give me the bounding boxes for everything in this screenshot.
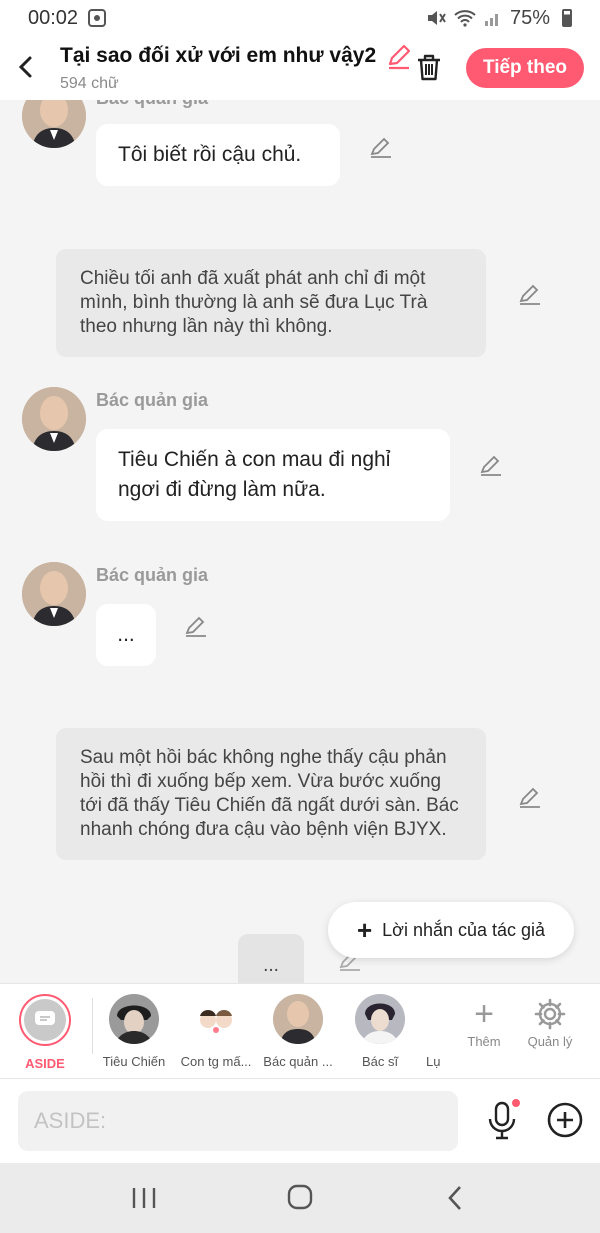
speaker-name: Bác quản gia bbox=[96, 390, 209, 410]
character-item[interactable]: Tiêu Chiến bbox=[94, 994, 174, 1069]
character-avatar bbox=[355, 994, 405, 1044]
battery-icon bbox=[562, 9, 572, 27]
system-back-icon[interactable] bbox=[436, 1181, 476, 1215]
editor-header: Tại sao đối xử với em như vậy2 594 chữ T… bbox=[0, 36, 600, 100]
recents-icon[interactable] bbox=[124, 1181, 164, 1215]
input-row bbox=[0, 1079, 600, 1163]
avatar-butler[interactable] bbox=[22, 562, 86, 626]
character-name: Bác quản ... bbox=[263, 1054, 333, 1069]
character-name: Bác sĩ bbox=[361, 1054, 399, 1069]
next-button[interactable]: Tiếp theo bbox=[466, 48, 584, 88]
character-avatar bbox=[109, 994, 159, 1044]
avatar-butler[interactable] bbox=[22, 387, 86, 451]
speech-bubble-icon bbox=[35, 1011, 55, 1025]
typing-block[interactable]: ... bbox=[238, 934, 304, 983]
edit-title-icon[interactable] bbox=[386, 44, 412, 70]
page-title[interactable]: Tại sao đối xử với em như vậy2 bbox=[60, 44, 376, 68]
status-bar: 00:02 75% bbox=[0, 0, 600, 36]
character-name: ASIDE bbox=[25, 1056, 65, 1071]
author-note-button[interactable]: + Lời nhắn của tác giả bbox=[328, 902, 574, 958]
speaker-name: Bác quản gia bbox=[96, 565, 209, 585]
gear-icon bbox=[520, 994, 580, 1034]
edit-pencil-icon[interactable] bbox=[184, 614, 208, 638]
author-note-label: Lời nhắn của tác giả bbox=[382, 919, 546, 940]
character-name: Con tg mấ... bbox=[180, 1054, 252, 1069]
edit-pencil-icon[interactable] bbox=[369, 135, 393, 159]
character-avatar bbox=[273, 994, 323, 1044]
chat-area[interactable]: Bác quản gia Tôi biết rồi cậu chủ. Chiều… bbox=[0, 100, 600, 983]
character-item[interactable]: Con tg mấ... bbox=[176, 994, 256, 1069]
avatar-butler[interactable] bbox=[22, 100, 86, 148]
signal-icon bbox=[484, 14, 498, 26]
edit-pencil-icon[interactable] bbox=[518, 785, 542, 809]
microphone-icon[interactable] bbox=[486, 1099, 520, 1141]
wifi-icon bbox=[454, 10, 476, 27]
aside-input[interactable] bbox=[18, 1091, 458, 1151]
plus-icon: + bbox=[356, 915, 373, 945]
plus-circle-icon[interactable] bbox=[546, 1101, 584, 1139]
narration-block[interactable]: Sau một hồi bác không nghe thấy cậu phản… bbox=[56, 728, 486, 860]
battery-percent: 75% bbox=[509, 6, 550, 29]
add-character-button[interactable]: + Thêm bbox=[454, 994, 514, 1049]
character-bar: ASIDE Tiêu Chiến Con tg mấ... Bác quản .… bbox=[0, 983, 600, 1079]
status-time: 00:02 bbox=[28, 6, 79, 29]
character-name: Tiêu Chiến bbox=[102, 1054, 166, 1069]
notification-icon bbox=[88, 9, 107, 27]
character-item[interactable]: Bác quản ... bbox=[258, 994, 338, 1069]
mute-icon bbox=[427, 11, 446, 25]
back-button[interactable] bbox=[12, 50, 40, 84]
narration-block[interactable]: Chiều tối anh đã xuất phát anh chỉ đi mộ… bbox=[56, 249, 486, 357]
character-aside[interactable]: ASIDE bbox=[5, 994, 85, 1071]
system-nav-bar bbox=[0, 1163, 600, 1233]
speaker-name: Bác quản gia bbox=[96, 100, 208, 109]
character-item[interactable]: Lụ bbox=[414, 994, 450, 1069]
character-avatar bbox=[191, 994, 241, 1044]
edit-pencil-icon[interactable] bbox=[479, 453, 503, 477]
manage-label: Quản lý bbox=[527, 1034, 573, 1049]
character-item[interactable]: Bác sĩ bbox=[340, 994, 420, 1069]
message-bubble[interactable]: ... bbox=[96, 604, 156, 666]
butler-portrait-icon bbox=[22, 100, 86, 148]
aside-avatar bbox=[19, 994, 71, 1046]
divider bbox=[92, 998, 93, 1054]
word-count: 594 chữ bbox=[60, 75, 119, 92]
message-bubble[interactable]: Tôi biết rồi cậu chủ. bbox=[96, 124, 340, 186]
character-name: Lụ bbox=[426, 1054, 441, 1069]
plus-icon: + bbox=[474, 995, 494, 1033]
message-bubble[interactable]: Tiêu Chiến à con mau đi nghỉ ngơi đi đừn… bbox=[96, 429, 450, 521]
manage-button[interactable]: Quản lý bbox=[520, 994, 580, 1049]
status-right: 75% bbox=[426, 7, 572, 30]
edit-pencil-icon[interactable] bbox=[518, 282, 542, 306]
add-label: Thêm bbox=[467, 1034, 501, 1049]
butler-portrait-icon bbox=[22, 562, 86, 626]
trash-icon[interactable] bbox=[414, 52, 444, 82]
home-icon[interactable] bbox=[280, 1181, 320, 1215]
back-arrow-icon bbox=[18, 56, 32, 78]
butler-portrait-icon bbox=[22, 387, 86, 451]
